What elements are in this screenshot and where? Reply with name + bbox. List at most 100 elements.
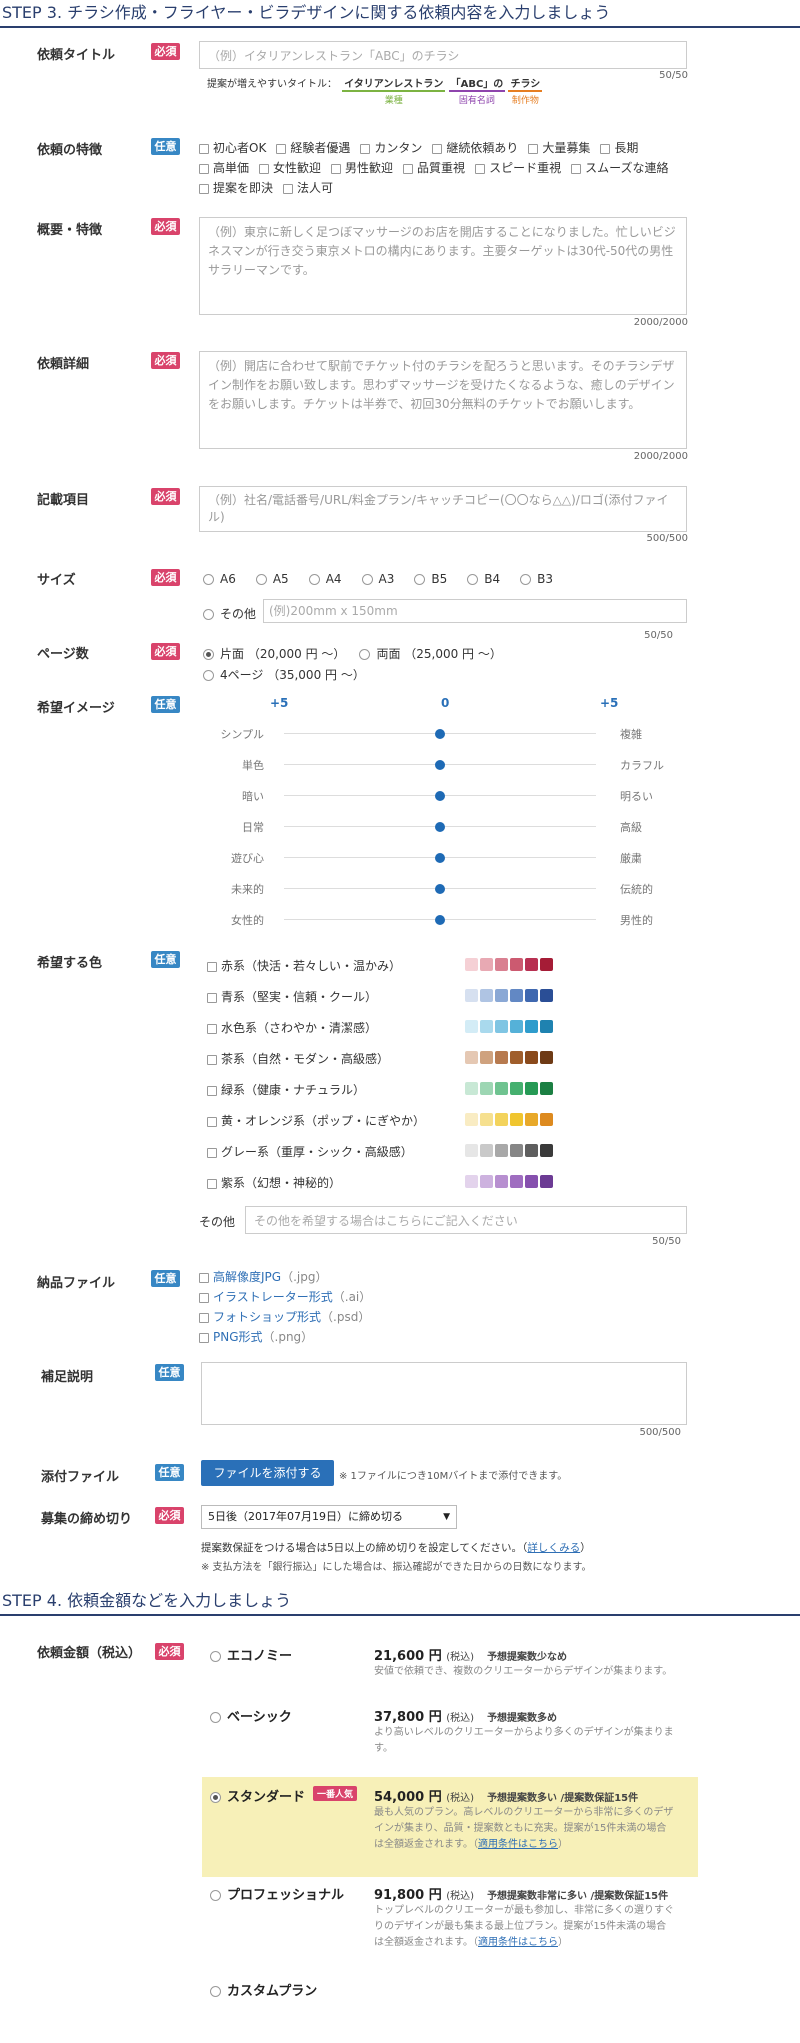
color-swatch: [510, 1082, 523, 1095]
feature-checkbox[interactable]: カンタン: [360, 139, 422, 156]
image-slider-row: 遊び心 厳粛: [200, 848, 670, 868]
required-badge: 必須: [151, 352, 180, 369]
color-swatch: [465, 958, 478, 971]
color-checkbox[interactable]: [207, 1085, 217, 1096]
slider-handle[interactable]: [435, 884, 445, 894]
feature-checkbox[interactable]: 品質重視: [403, 159, 465, 176]
pages-radio-double[interactable]: 両面 （25,000 円 〜）: [359, 647, 502, 661]
color-swatch: [495, 958, 508, 971]
color-checkbox[interactable]: [207, 1147, 217, 1158]
feature-checkbox[interactable]: 継続依頼あり: [432, 139, 518, 156]
feature-checkbox[interactable]: 法人可: [283, 179, 333, 196]
color-option[interactable]: 水色系（さわやか・清潔感）: [207, 1019, 687, 1035]
color-other-input[interactable]: その他を希望する場合はこちらにご記入ください: [245, 1206, 687, 1234]
color-swatch: [465, 1175, 478, 1188]
size-other-input[interactable]: (例)200mm x 150mm: [263, 599, 687, 623]
feature-checkbox[interactable]: 大量募集: [528, 139, 590, 156]
color-swatch: [510, 1051, 523, 1064]
plan-standard-terms-link[interactable]: 適用条件はこちら: [478, 1839, 558, 1850]
feature-checkbox[interactable]: スピード重視: [475, 159, 561, 176]
color-checkbox[interactable]: [207, 1178, 217, 1189]
color-swatch: [495, 1020, 508, 1033]
slider-left-label: 女性的: [231, 914, 264, 927]
pages-radio-four[interactable]: 4ページ （35,000 円 〜）: [203, 666, 365, 683]
plan-basic-radio[interactable]: ベーシック: [210, 1706, 292, 1725]
details-textarea[interactable]: （例）開店に合わせて駅前でチケット付のチラシを配ろうと思います。そのチラシデザイ…: [199, 351, 687, 449]
image-slider-row: 未来的 伝統的: [200, 879, 670, 899]
items-textarea[interactable]: （例）社名/電話番号/URL/料金プラン/キャッチコピー(〇〇なら△△)/ロゴ(…: [199, 486, 687, 532]
color-option-label: 茶系（自然・モダン・高級感）: [221, 1052, 390, 1066]
plan-economy-radio[interactable]: エコノミー: [210, 1645, 292, 1664]
slider-right-label: 伝統的: [620, 883, 653, 896]
budget-label: 依頼金額（税込）: [37, 1646, 142, 1661]
slider-handle[interactable]: [435, 760, 445, 770]
feature-checkbox[interactable]: 提案を即決: [199, 179, 273, 196]
title-input[interactable]: （例）イタリアンレストラン「ABC」のチラシ: [199, 41, 687, 69]
color-option[interactable]: 青系（堅実・信頼・クール）: [207, 988, 687, 1004]
color-option[interactable]: 紫系（幻想・神秘的）: [207, 1174, 687, 1190]
color-checkbox[interactable]: [207, 1116, 217, 1127]
slider-handle[interactable]: [435, 729, 445, 739]
hint-proper: 「ABC」の 固有名詞: [448, 75, 506, 106]
color-checkbox[interactable]: [207, 1023, 217, 1034]
color-option[interactable]: 茶系（自然・モダン・高級感）: [207, 1050, 687, 1066]
color-option[interactable]: 緑系（健康・ナチュラル）: [207, 1081, 687, 1097]
color-checkbox[interactable]: [207, 992, 217, 1003]
color-swatches: [465, 1020, 555, 1034]
plan-professional-terms-link[interactable]: 適用条件はこちら: [478, 1937, 558, 1948]
supplement-textarea[interactable]: [201, 1362, 687, 1425]
size-other-radio[interactable]: その他: [203, 605, 256, 622]
plan-basic-price: 37,800 円 (税込) 予想提案数多め: [374, 1710, 558, 1725]
deadline-more-link[interactable]: 詳しくみる: [527, 1542, 580, 1554]
slider-handle[interactable]: [435, 853, 445, 863]
size-radio[interactable]: A6: [203, 572, 236, 586]
deadline-select[interactable]: 5日後（2017年07月19日）に締め切る ▼: [201, 1505, 457, 1529]
color-option[interactable]: 赤系（快活・若々しい・温かみ）: [207, 957, 687, 973]
delivery-option[interactable]: 高解像度JPG（.jpg）: [199, 1268, 327, 1285]
attach-button[interactable]: ファイルを添付する: [201, 1460, 334, 1486]
color-option[interactable]: 黄・オレンジ系（ポップ・にぎやか）: [207, 1112, 687, 1128]
size-radio[interactable]: A4: [308, 572, 342, 586]
slider-handle[interactable]: [435, 822, 445, 832]
optional-badge: 任意: [151, 1270, 180, 1287]
feature-checkbox[interactable]: スムーズな連絡: [571, 159, 668, 176]
plan-standard-price: 54,000 円 (税込) 予想提案数多い /提案数保証15件: [374, 1790, 639, 1805]
delivery-option[interactable]: PNG形式（.png）: [199, 1328, 313, 1345]
delivery-option[interactable]: フォトショップ形式（.psd）: [199, 1308, 370, 1325]
color-swatch: [495, 1175, 508, 1188]
color-swatches: [465, 958, 555, 972]
slider-handle[interactable]: [435, 915, 445, 925]
details-counter: 2000/2000: [633, 451, 688, 462]
deadline-note-1: 提案数保証をつける場合は5日以上の締め切りを設定してください。（詳しくみる）: [201, 1542, 591, 1554]
required-badge: 必須: [151, 569, 180, 586]
slider-handle[interactable]: [435, 791, 445, 801]
plan-professional-radio[interactable]: プロフェッショナル: [210, 1884, 344, 1903]
delivery-option[interactable]: イラストレーター形式（.ai）: [199, 1288, 371, 1305]
pages-radio-single[interactable]: 片面 （20,000 円 〜）: [203, 647, 345, 661]
plan-custom-radio[interactable]: カスタムプラン: [210, 1980, 317, 1999]
color-option[interactable]: グレー系（重厚・シック・高級感）: [207, 1143, 687, 1159]
color-option-label: グレー系（重厚・シック・高級感）: [221, 1145, 413, 1159]
feature-checkbox[interactable]: 初心者OK: [199, 139, 266, 156]
optional-badge: 任意: [151, 696, 180, 713]
plan-standard-radio[interactable]: スタンダード: [210, 1786, 305, 1805]
feature-checkbox[interactable]: 高単価: [199, 159, 249, 176]
color-swatch: [495, 1113, 508, 1126]
feature-checkbox[interactable]: 長期: [600, 139, 638, 156]
size-radio[interactable]: B4: [467, 572, 500, 586]
feature-checkbox[interactable]: 経験者優遇: [276, 139, 350, 156]
color-option-label: 水色系（さわやか・清潔感）: [221, 1021, 378, 1035]
size-radio[interactable]: B3: [520, 572, 553, 586]
feature-checkbox[interactable]: 男性歓迎: [331, 159, 393, 176]
size-radio[interactable]: A5: [255, 572, 289, 586]
colors-label: 希望する色: [37, 956, 103, 971]
color-other-label: その他: [199, 1215, 236, 1229]
feature-checkbox[interactable]: 女性歓迎: [259, 159, 321, 176]
color-checkbox[interactable]: [207, 1054, 217, 1065]
color-swatch: [480, 958, 493, 971]
overview-textarea[interactable]: （例）東京に新しく足つぼマッサージのお店を開店することになりました。忙しいビジネ…: [199, 217, 687, 315]
color-checkbox[interactable]: [207, 961, 217, 972]
size-radio[interactable]: B5: [414, 572, 447, 586]
color-swatch: [525, 1051, 538, 1064]
size-radio[interactable]: A3: [361, 572, 394, 586]
